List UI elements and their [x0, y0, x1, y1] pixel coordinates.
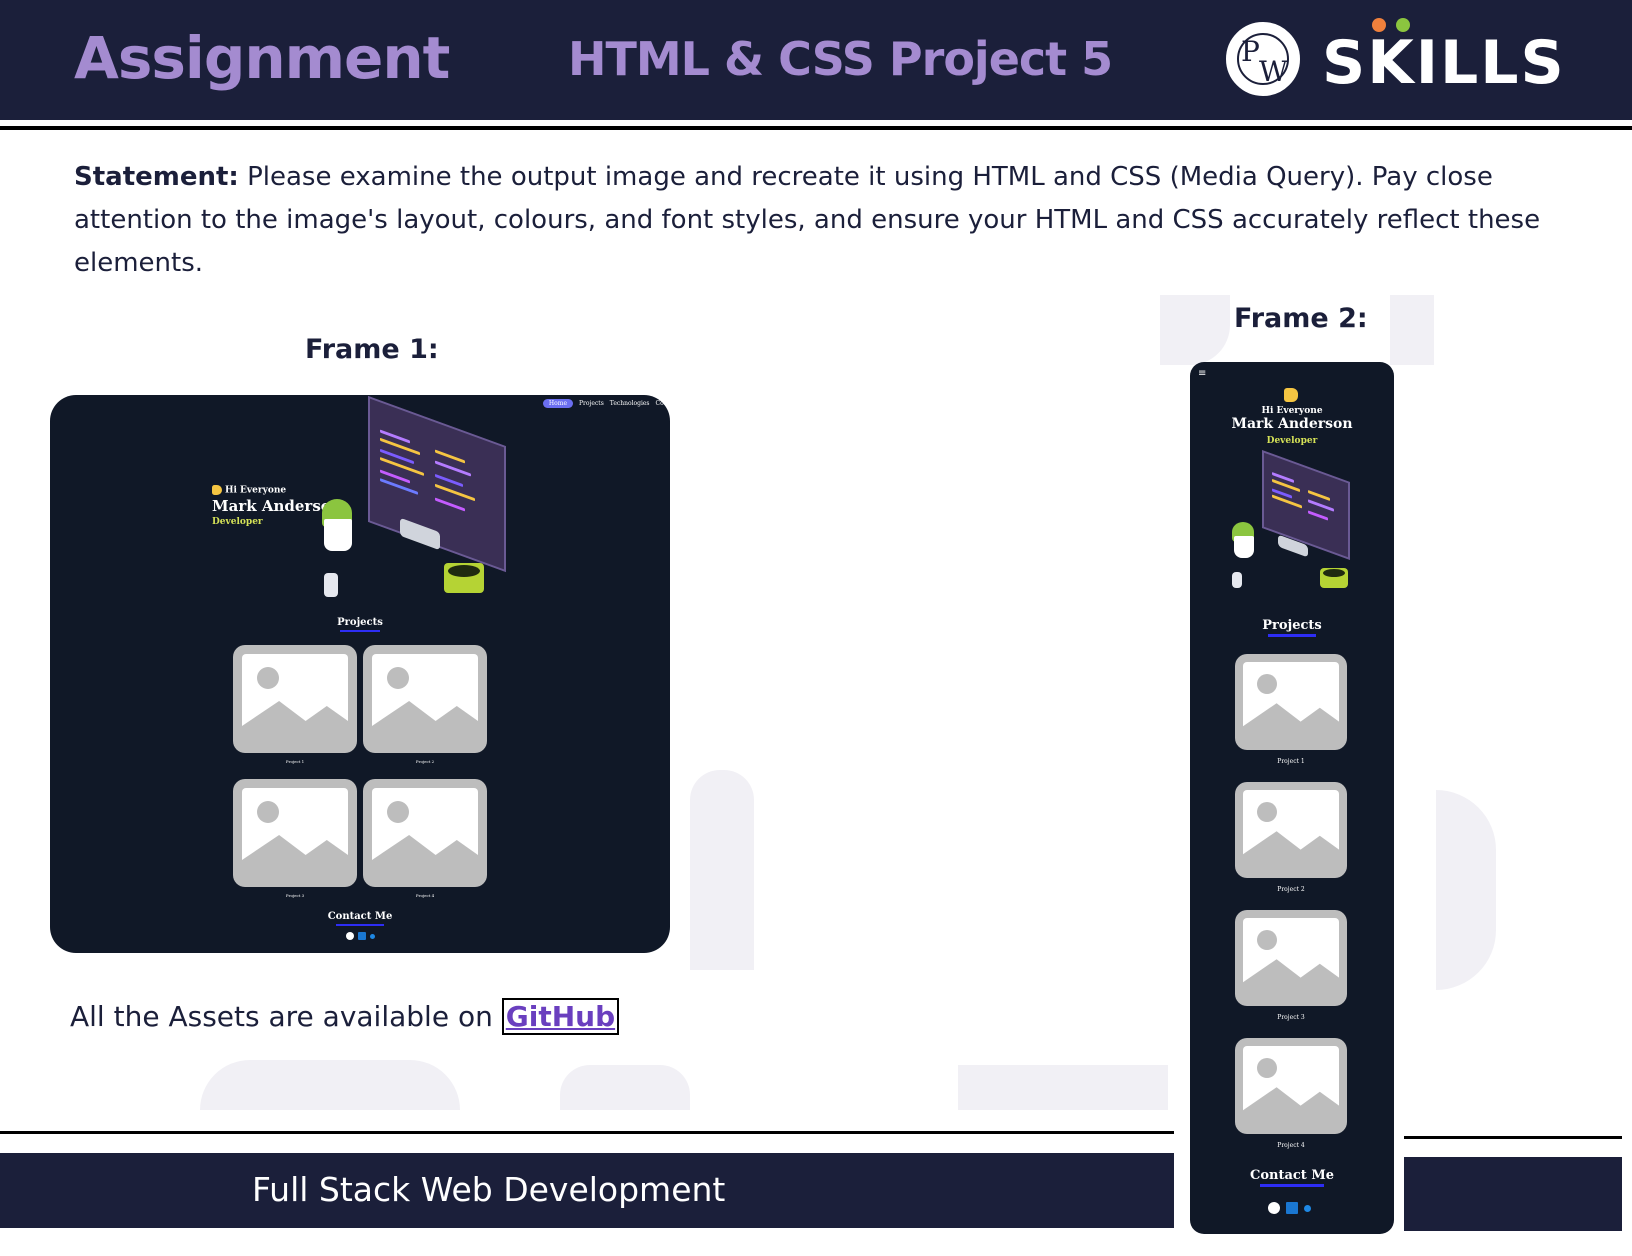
github-icon[interactable]: [346, 932, 354, 940]
hero-name: Mark Anderson: [1231, 416, 1353, 432]
project-4-label: Project 4: [1277, 1142, 1305, 1149]
assets-text: All the Assets are available on: [70, 1000, 502, 1033]
project-1-image[interactable]: [233, 645, 357, 753]
frame1-social-links: [346, 932, 375, 940]
frame1-contact-heading: Contact Me: [327, 911, 393, 922]
footer-divider: [0, 1131, 1174, 1134]
header-bar: Assignment HTML & CSS Project 5 P W SKIL…: [0, 0, 1632, 120]
assets-note: All the Assets are available on GitHub: [70, 998, 620, 1035]
frame2-projects-heading: Projects: [1262, 618, 1322, 633]
github-link[interactable]: GitHub: [501, 998, 620, 1035]
website-icon[interactable]: [370, 933, 375, 939]
nav-home-link[interactable]: Home: [542, 399, 574, 408]
frame2-contact-heading: Contact Me: [1249, 1168, 1334, 1183]
project-4-label: Project 4: [415, 893, 435, 898]
footer-course-title: Full Stack Web Development: [252, 1170, 726, 1209]
website-icon[interactable]: [1304, 1204, 1311, 1212]
pw-monogram-icon: P W: [1226, 22, 1300, 96]
project-2-image[interactable]: [1235, 782, 1347, 878]
project-1-label: Project 1: [285, 759, 305, 764]
project-1-label: Project 1: [1277, 758, 1305, 765]
project-3-label: Project 3: [285, 893, 305, 898]
project-2-image[interactable]: [363, 645, 487, 753]
frame2-mobile-preview: ≡ Hi Everyone Mark Anderson Developer Pr…: [1190, 362, 1394, 1234]
project-2-label: Project 2: [415, 759, 435, 764]
project-2-label: Project 2: [1277, 886, 1305, 893]
frame2-title: Frame 2:: [1234, 303, 1368, 334]
frame1-title: Frame 1:: [305, 334, 439, 365]
github-icon[interactable]: [1268, 1202, 1280, 1214]
wave-hand-icon: [212, 485, 222, 495]
statement-text: Please examine the output image and recr…: [74, 162, 1541, 278]
assignment-title: Assignment: [74, 24, 450, 92]
project-title: HTML & CSS Project 5: [568, 32, 1113, 86]
nav-contact-link[interactable]: Cont: [656, 400, 670, 407]
frame2-social-links: [1268, 1202, 1311, 1214]
frame1-nav: Home Projects Technologies Cont: [542, 399, 670, 408]
linkedin-icon[interactable]: [358, 932, 366, 940]
project-4-image[interactable]: [1235, 1038, 1347, 1134]
hero-greeting: Hi Everyone: [1261, 406, 1323, 416]
nav-projects-link[interactable]: Projects: [579, 400, 604, 407]
hero-greeting: Hi Everyone: [225, 485, 287, 496]
hero-role: Developer: [1266, 436, 1318, 446]
frame1-desktop-preview: Home Projects Technologies Cont Hi Every…: [50, 395, 670, 953]
statement-paragraph: Statement: Please examine the output ima…: [74, 156, 1564, 285]
hamburger-menu-icon[interactable]: ≡: [1198, 368, 1206, 379]
frame1-projects-heading: Projects: [337, 617, 383, 628]
nav-technologies-link[interactable]: Technologies: [610, 400, 650, 407]
project-3-image[interactable]: [233, 779, 357, 887]
project-4-image[interactable]: [363, 779, 487, 887]
header-divider: [0, 126, 1632, 130]
project-3-image[interactable]: [1235, 910, 1347, 1006]
project-3-label: Project 3: [1277, 1014, 1305, 1021]
statement-label: Statement:: [74, 162, 239, 192]
skills-wordmark: SKILLS: [1322, 28, 1566, 98]
wave-hand-icon: [1284, 388, 1298, 402]
watermark: [1160, 295, 1230, 365]
frame2-hero-text: Hi Everyone Mark Anderson Developer: [1190, 406, 1394, 446]
pw-skills-logo: P W SKILLS: [1224, 18, 1564, 102]
linkedin-icon[interactable]: [1286, 1202, 1298, 1214]
project-1-image[interactable]: [1235, 654, 1347, 750]
